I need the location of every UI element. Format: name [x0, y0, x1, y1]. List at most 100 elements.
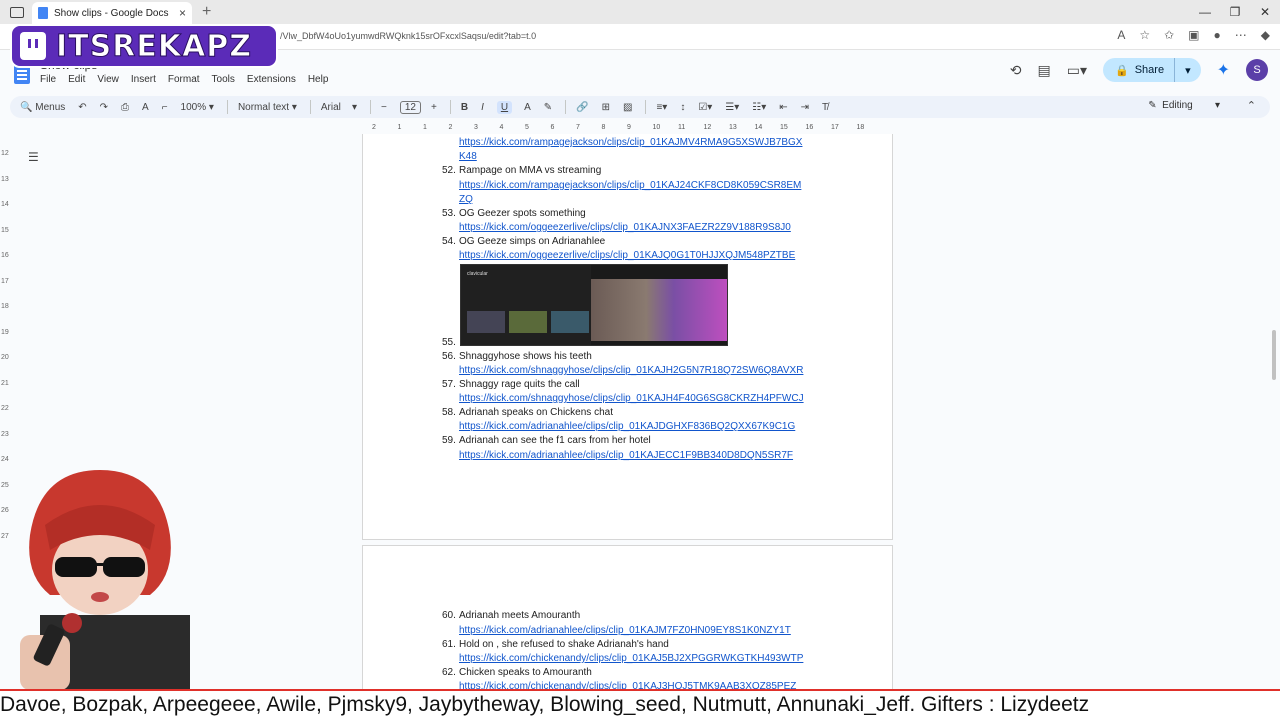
- list-number: 58.: [442, 407, 456, 418]
- meet-icon[interactable]: ▭▾: [1067, 62, 1087, 79]
- vruler-tick-label: 23: [1, 430, 9, 438]
- more-menu-icon[interactable]: ⋯: [1235, 28, 1247, 42]
- share-dropdown-icon[interactable]: ▾: [1185, 64, 1191, 77]
- minimize-icon[interactable]: —: [1190, 0, 1220, 24]
- highlight-icon[interactable]: ✎: [544, 102, 552, 113]
- favorites-icon[interactable]: ✩: [1164, 28, 1174, 42]
- comments-icon[interactable]: ▤: [1038, 62, 1051, 79]
- vertical-scrollbar[interactable]: [1272, 330, 1276, 380]
- menu-help[interactable]: Help: [308, 74, 329, 85]
- search-menus[interactable]: 🔍 Menus: [20, 102, 65, 113]
- menu-tools[interactable]: Tools: [212, 74, 235, 85]
- bookmark-star-icon[interactable]: ☆: [1139, 28, 1150, 42]
- line-spacing-icon[interactable]: ↕: [680, 102, 685, 113]
- ruler-tick-label: 16: [805, 124, 814, 131]
- insert-link-icon[interactable]: 🔗: [576, 102, 588, 113]
- menu-view[interactable]: View: [97, 74, 119, 85]
- tab-actions-icon[interactable]: [10, 6, 24, 18]
- font-value: Arial: [320, 101, 341, 113]
- clip-link[interactable]: https://kick.com/adrianahlee/clips/clip_…: [459, 625, 791, 636]
- clip-link[interactable]: https://kick.com/rampagejackson/clips/cl…: [459, 137, 802, 148]
- redo-icon[interactable]: ↷: [100, 102, 108, 113]
- close-tab-icon[interactable]: ×: [179, 6, 186, 20]
- clip-link[interactable]: ZQ: [459, 194, 473, 205]
- clear-formatting-icon[interactable]: T̸: [822, 102, 828, 113]
- bulleted-list-icon[interactable]: ☰▾: [725, 102, 739, 113]
- increase-font-icon[interactable]: +: [431, 102, 437, 113]
- avatar[interactable]: S: [1246, 59, 1268, 81]
- menu-extensions[interactable]: Extensions: [247, 74, 296, 85]
- list-number: 60.: [442, 610, 456, 621]
- increase-indent-icon[interactable]: ⇥: [801, 102, 809, 113]
- version-history-icon[interactable]: ⟲: [1010, 62, 1022, 79]
- clip-link[interactable]: https://kick.com/oggeezerlive/clips/clip…: [459, 222, 791, 233]
- ruler-tick-label: 1: [397, 124, 402, 131]
- logo-text: ITSREKAPZ: [55, 28, 253, 64]
- font-size-input[interactable]: 12: [399, 100, 421, 114]
- decrease-indent-icon[interactable]: ⇤: [779, 102, 787, 113]
- collapse-menus-icon[interactable]: ⌃: [1247, 99, 1256, 112]
- clip-link[interactable]: https://kick.com/adrianahlee/clips/clip_…: [459, 450, 793, 461]
- clip-link[interactable]: https://kick.com/rampagejackson/clips/cl…: [459, 180, 801, 191]
- copilot-icon[interactable]: ◆: [1261, 28, 1270, 42]
- ruler-tick-label: 18: [856, 124, 865, 131]
- document-outline-icon[interactable]: ☰: [28, 150, 39, 164]
- vruler-tick-label: 16: [1, 252, 9, 259]
- editing-label: Editing: [1162, 100, 1193, 111]
- undo-icon[interactable]: ↶: [78, 102, 86, 113]
- browser-tab[interactable]: Show clips - Google Docs ×: [32, 2, 192, 24]
- share-button[interactable]: 🔒 Share ▾: [1103, 58, 1201, 82]
- paint-format-icon[interactable]: ⌐: [162, 102, 168, 113]
- new-tab-icon[interactable]: +: [202, 3, 211, 21]
- text-color-icon[interactable]: A: [524, 102, 531, 113]
- clip-link[interactable]: https://kick.com/adrianahlee/clips/clip_…: [459, 421, 795, 432]
- numbered-list-icon[interactable]: ☷▾: [752, 102, 766, 113]
- ruler-tick-label: 2: [448, 124, 453, 131]
- address-bar-icons: A ☆ ✩ ▣ ● ⋯ ◆: [1117, 28, 1270, 42]
- style-select[interactable]: Normal text ▾: [238, 102, 297, 113]
- checklist-icon[interactable]: ☑▾: [698, 102, 712, 113]
- read-aloud-icon[interactable]: A: [1117, 28, 1125, 42]
- embedded-screenshot-image[interactable]: clavicular: [460, 264, 728, 346]
- editing-mode-select[interactable]: ✎ Editing ▾: [1148, 100, 1220, 111]
- add-comment-icon[interactable]: ⊞: [602, 102, 610, 113]
- horizontal-ruler[interactable]: 2 1 1 2 3 4 5 6 7 8 9 10 11 12 13 14 15 16 17 18: [362, 124, 892, 134]
- clip-link[interactable]: https://kick.com/shnaggyhose/clips/clip_…: [459, 393, 804, 404]
- url-text[interactable]: /Vlw_DbfW4oUo1yumwdRWQknk15srOFxcxlSaqsu…: [280, 31, 536, 41]
- print-icon[interactable]: ⎙: [121, 102, 129, 113]
- clip-link[interactable]: K48: [459, 151, 477, 162]
- spellcheck-icon[interactable]: A: [142, 102, 149, 113]
- vruler-tick-label: 17: [1, 277, 9, 285]
- ruler-tick-label: 17: [831, 124, 839, 131]
- ruler-tick-label: 1: [423, 124, 427, 131]
- thumb-header: clavicular: [467, 271, 488, 277]
- formatting-toolbar: 🔍 Menus ↶ ↷ ⎙ A ⌐ 100% ▾ Normal text ▾ A…: [10, 96, 1270, 118]
- align-icon[interactable]: ≡▾: [656, 102, 667, 113]
- font-select[interactable]: Arial ▾: [321, 102, 357, 113]
- maximize-icon[interactable]: ❐: [1220, 0, 1250, 24]
- clip-link[interactable]: https://kick.com/shnaggyhose/clips/clip_…: [459, 365, 803, 376]
- close-window-icon[interactable]: ✕: [1250, 0, 1280, 24]
- menu-insert[interactable]: Insert: [131, 74, 156, 85]
- menu-edit[interactable]: Edit: [68, 74, 85, 85]
- zoom-select[interactable]: 100% ▾: [181, 102, 214, 113]
- insert-image-icon[interactable]: ▨: [623, 102, 632, 113]
- ruler-tick-label: 13: [729, 124, 737, 131]
- browser-titlebar: Show clips - Google Docs × + — ❐ ✕: [0, 0, 1280, 24]
- clip-title: Shnaggyhose shows his teeth: [459, 351, 592, 362]
- decrease-font-icon[interactable]: −: [381, 102, 387, 113]
- italic-icon[interactable]: I: [481, 102, 484, 113]
- bold-icon[interactable]: B: [461, 102, 468, 113]
- clip-title: OG Geezer spots something: [459, 208, 586, 219]
- collections-icon[interactable]: ▣: [1188, 28, 1199, 42]
- clip-link[interactable]: https://kick.com/oggeezerlive/clips/clip…: [459, 250, 795, 261]
- style-value: Normal text: [237, 101, 290, 113]
- underline-icon[interactable]: U: [496, 100, 513, 114]
- menu-format[interactable]: Format: [168, 74, 200, 85]
- profile-icon[interactable]: ●: [1214, 28, 1221, 42]
- menu-file[interactable]: File: [40, 74, 56, 85]
- gemini-icon[interactable]: ✦: [1217, 60, 1230, 80]
- clip-link[interactable]: https://kick.com/chickenandy/clips/clip_…: [459, 653, 803, 664]
- list-number: 53.: [442, 208, 456, 219]
- lock-icon: 🔒: [1115, 64, 1129, 77]
